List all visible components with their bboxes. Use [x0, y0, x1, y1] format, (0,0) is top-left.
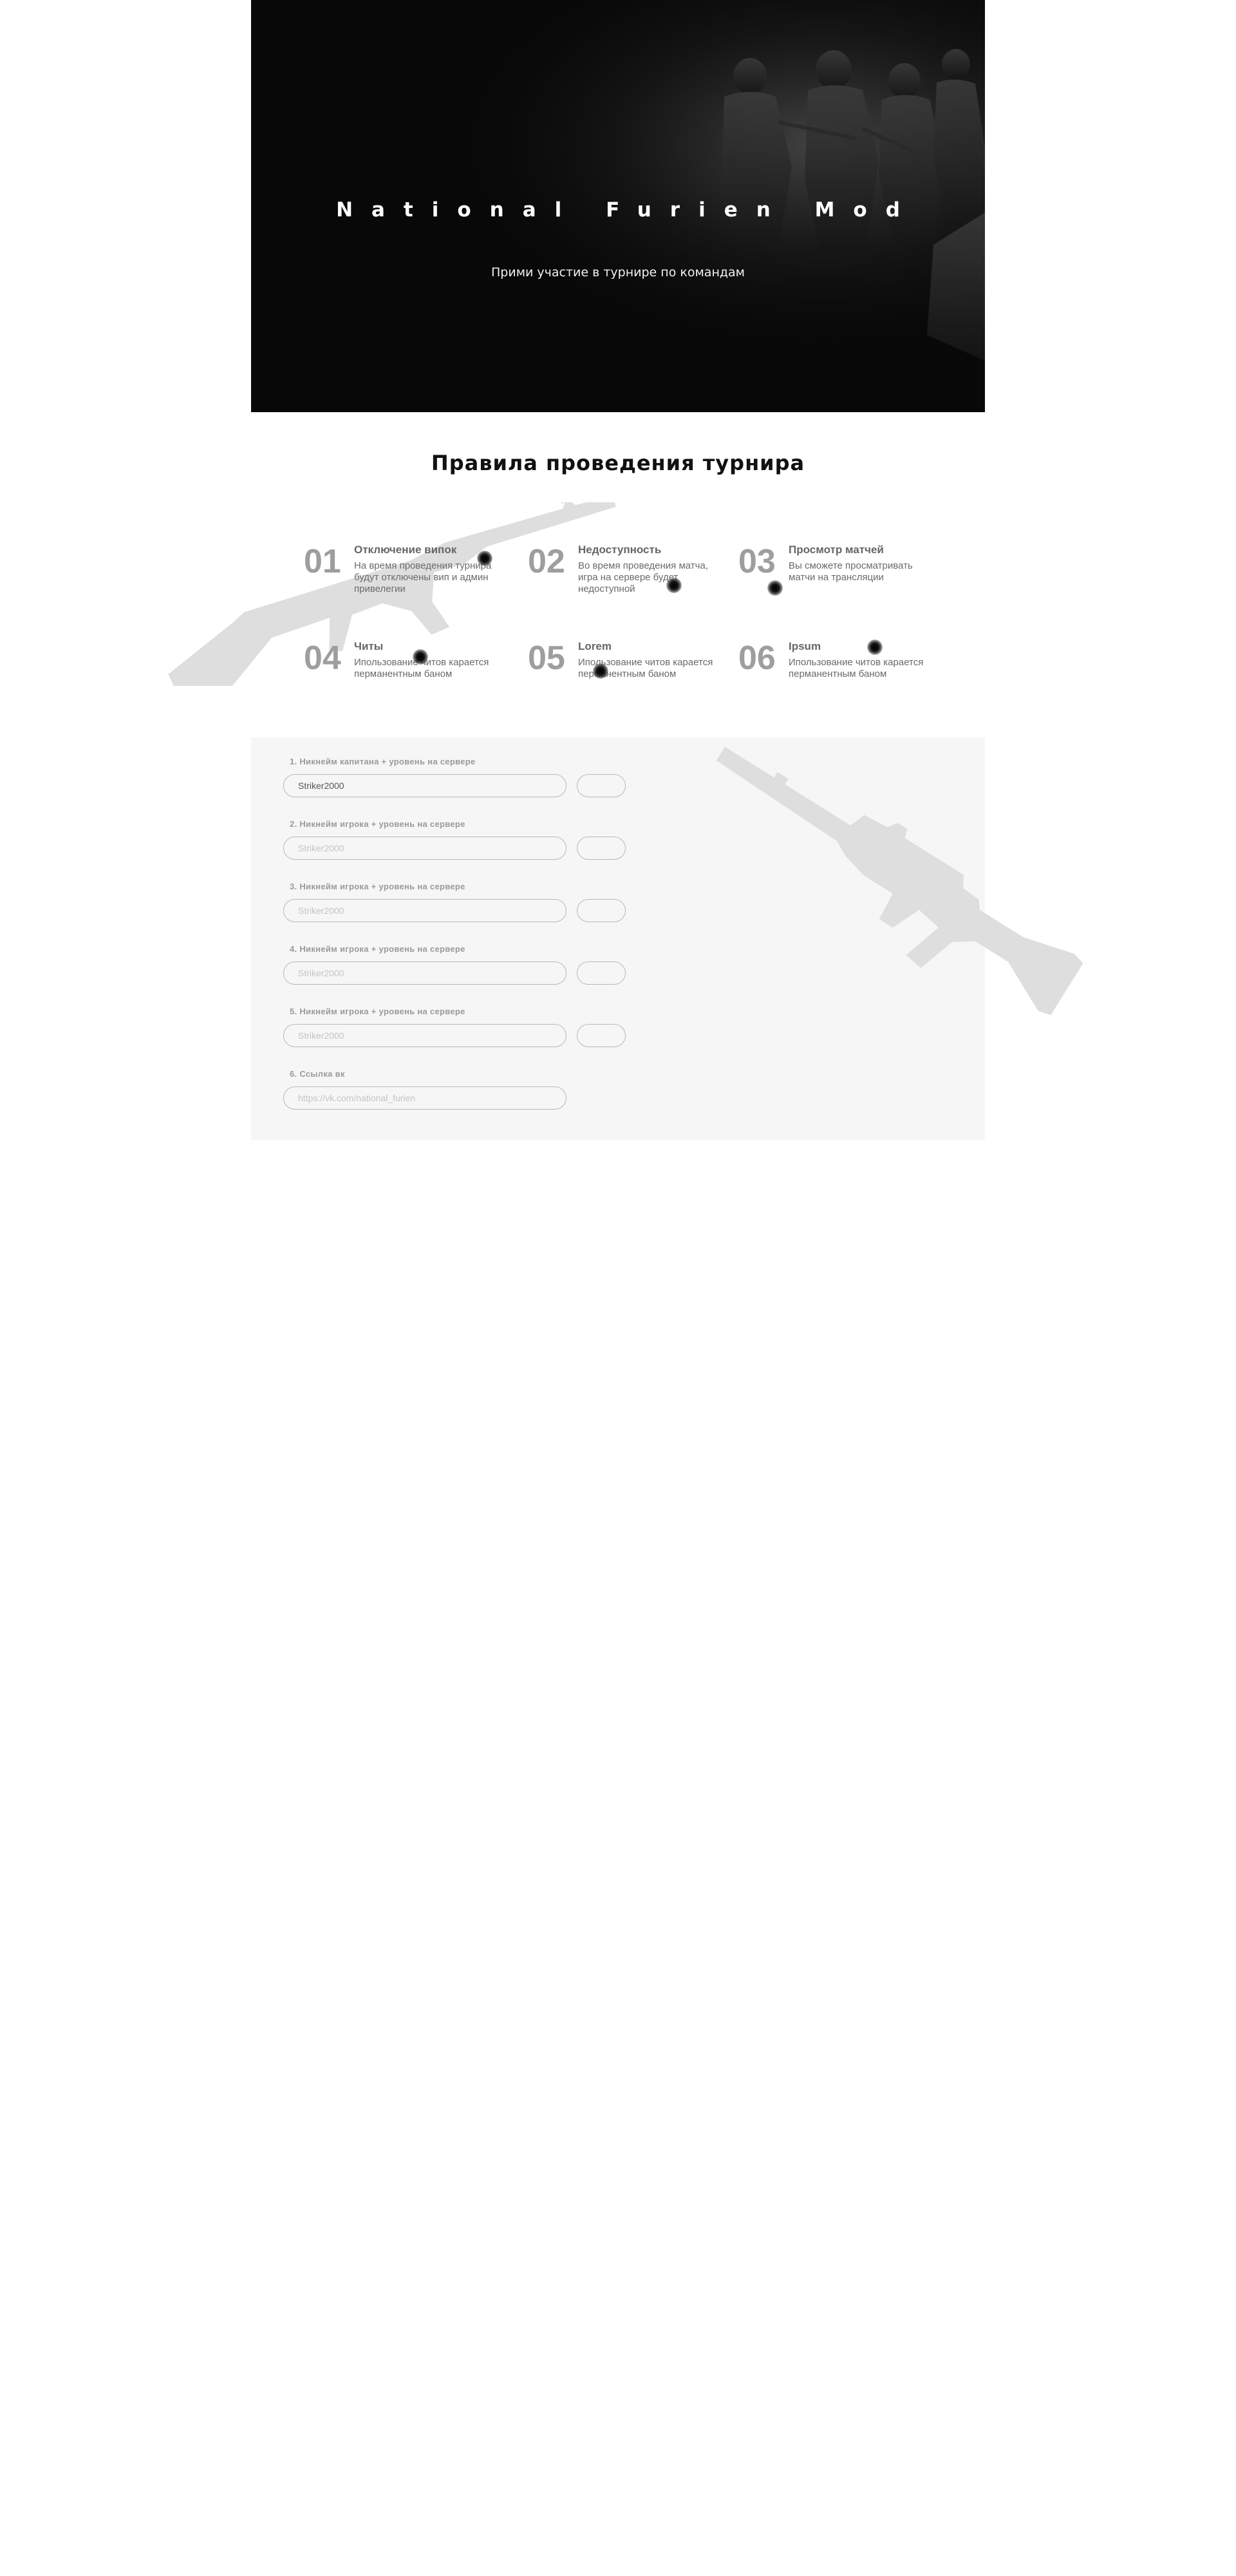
player4-nickname-input[interactable]: [283, 961, 566, 985]
player5-nickname-input[interactable]: [283, 1024, 566, 1047]
m4-rifle-silhouette-icon: [716, 746, 1083, 1016]
hero-title: National Furien Mod: [336, 198, 919, 222]
player2-level-input[interactable]: [577, 837, 626, 860]
rule-text: Ипользование читов карается перманентным…: [789, 657, 924, 679]
rule-item: 05 Lorem Ипользование читов карается пер…: [528, 639, 740, 706]
rule-title: Ipsum: [789, 640, 821, 652]
rule-title: Недоступность: [578, 544, 662, 556]
vk-link-input[interactable]: [283, 1086, 566, 1110]
captain-level-input[interactable]: [577, 774, 626, 797]
field-label: 4. Никнейм игрока + уровень на сервере: [290, 944, 465, 954]
rule-item: 04 Читы Ипользование читов карается перм…: [304, 639, 516, 706]
player3-nickname-input[interactable]: [283, 899, 566, 922]
field-label: 2. Никнейм игрока + уровень на сервере: [290, 819, 465, 829]
rule-item: 03 Просмотр матчей Вы сможете просматрив…: [738, 543, 951, 609]
rule-number: 05: [528, 639, 565, 677]
rule-title: Просмотр матчей: [789, 544, 884, 556]
rule-item: 06 Ipsum Ипользование читов карается пер…: [738, 639, 951, 706]
hero-banner: National Furien Mod Прими участие в турн…: [251, 0, 985, 412]
field-label: 5. Никнейм игрока + уровень на сервере: [290, 1007, 465, 1016]
bullet-hole-icon: [477, 551, 492, 566]
field-label: 3. Никнейм игрока + уровень на сервере: [290, 882, 465, 891]
bullet-hole-icon: [593, 663, 608, 679]
rule-item: 02 Недоступность Во время проведения мат…: [528, 543, 740, 609]
bullet-hole-icon: [666, 578, 682, 593]
rule-number: 02: [528, 543, 565, 580]
rule-number: 01: [304, 543, 341, 580]
captain-nickname-input[interactable]: [283, 774, 566, 797]
rules-heading: Правила проведения турнира: [431, 451, 805, 475]
rule-number: 06: [738, 639, 776, 677]
player5-level-input[interactable]: [577, 1024, 626, 1047]
player3-level-input[interactable]: [577, 899, 626, 922]
hero-subtitle: Прими участие в турнире по командам: [491, 265, 745, 279]
field-label: 1. Никнейм капитана + уровень на сервере: [290, 757, 476, 766]
rule-title: Lorem: [578, 640, 612, 652]
player4-level-input[interactable]: [577, 961, 626, 985]
rule-text: Во время проведения матча, игра на серве…: [578, 560, 708, 594]
bullet-hole-icon: [867, 639, 883, 655]
rule-title: Отключение випок: [354, 544, 457, 556]
bullet-hole-icon: [413, 649, 428, 665]
bullet-hole-icon: [767, 580, 783, 596]
rule-title: Читы: [354, 640, 384, 652]
player2-nickname-input[interactable]: [283, 837, 566, 860]
rule-number: 03: [738, 543, 776, 580]
rule-text: На время проведения турнира будут отключ…: [354, 560, 492, 594]
rule-number: 04: [304, 639, 341, 677]
rule-text: Вы сможете просматривать матчи на трансл…: [789, 560, 913, 583]
field-label: 6. Ссылка вк: [290, 1069, 345, 1079]
